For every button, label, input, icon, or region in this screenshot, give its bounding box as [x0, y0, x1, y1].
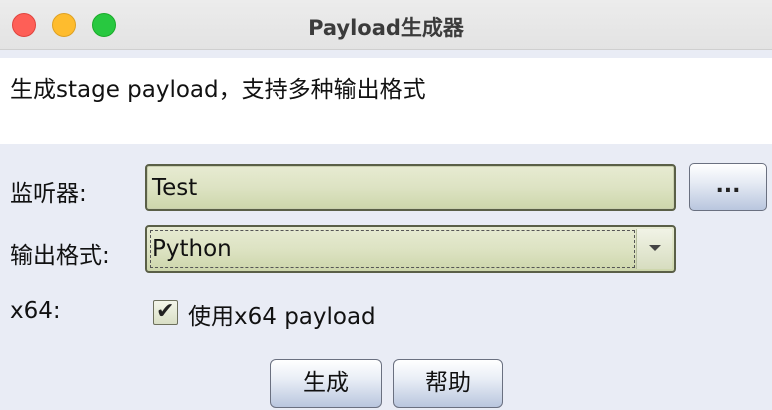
listener-label: 监听器: — [10, 181, 87, 207]
payload-generator-window: Payload生成器 生成stage payload，支持多种输出格式 监听器:… — [0, 0, 772, 410]
description-text: 生成stage payload，支持多种输出格式 — [10, 77, 426, 103]
listener-value: Test — [152, 175, 198, 201]
checkmark-icon: ✔ — [156, 299, 175, 324]
x64-checkbox-label[interactable]: 使用x64 payload — [188, 297, 376, 331]
window-title: Payload生成器 — [308, 16, 464, 40]
browse-listener-button[interactable]: ... — [689, 163, 767, 211]
x64-label: x64: — [10, 298, 61, 324]
generate-button[interactable]: 生成 — [270, 359, 382, 408]
output-format-value: Python — [152, 236, 232, 262]
help-button[interactable]: 帮助 — [393, 359, 503, 408]
output-format-label: 输出格式: — [10, 243, 110, 269]
description-panel: 生成stage payload，支持多种输出格式 — [0, 58, 772, 144]
x64-checkbox[interactable]: ✔ — [153, 299, 178, 325]
output-format-select[interactable]: Python — [145, 225, 676, 273]
listener-field[interactable]: Test — [145, 164, 676, 211]
chevron-down-icon[interactable] — [636, 229, 672, 269]
title-bar: Payload生成器 — [0, 0, 772, 50]
